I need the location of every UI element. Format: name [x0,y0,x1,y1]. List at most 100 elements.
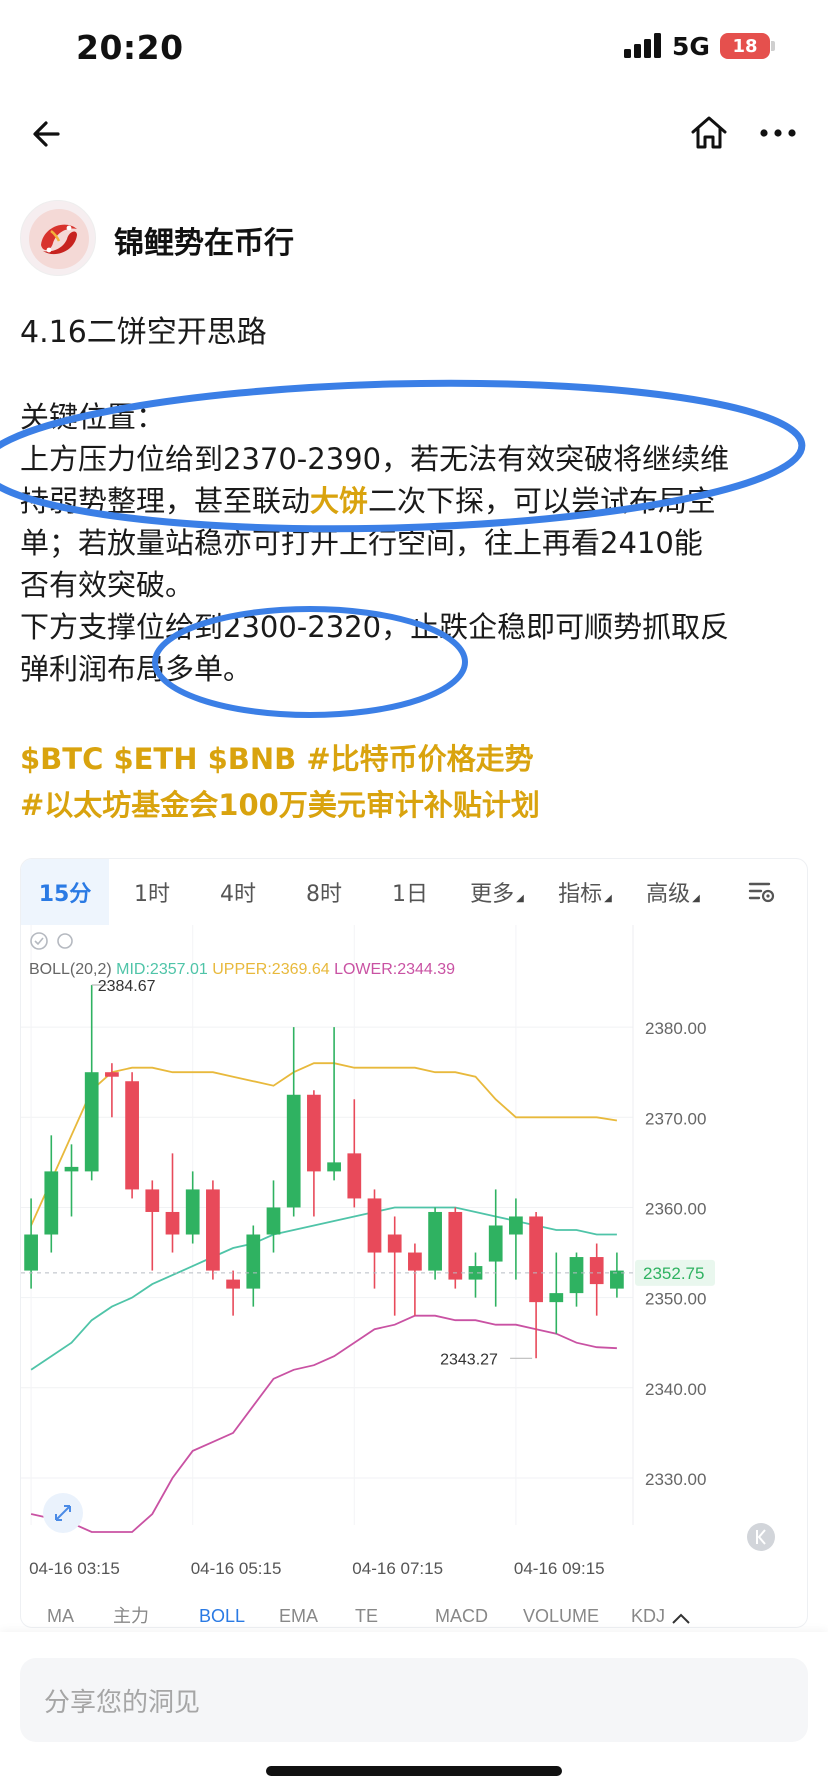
candle-body [145,1189,160,1212]
caret-icon: ◢ [604,892,612,904]
status-time: 20:20 [76,28,184,67]
arrow-left-icon [33,121,60,147]
battery-icon: 18 [720,33,770,59]
legend-entry: BOLL(20,2) [29,961,116,978]
tab-more[interactable]: 更多 ◢ [453,859,541,925]
comment-bar: 分享您的洞见 [0,1632,828,1792]
support-line-1: 下方支撑位给到2300-2320，止跌企稳即可顺势抓取反 [20,610,730,644]
boll-upper-line [30,1062,618,1226]
tab-8h[interactable]: 8时 [281,859,367,925]
candle-body [529,1216,543,1303]
comment-placeholder: 分享您的洞见 [44,1687,201,1718]
caret-icon: ◢ [692,892,700,904]
author-name[interactable]: 锦鲤势在币行 [114,218,294,262]
y-tick-label: 2340.00 [645,1380,706,1399]
y-tick-label: 2330.00 [645,1470,706,1489]
topic-tag[interactable]: #以太坊基金会100万美元审计补贴计划 [20,782,540,828]
hashtags: $BTC $ETH $BNB #比特币价格走势 #以太坊基金会100万美元审计补… [20,736,540,828]
koi-avatar [29,209,89,269]
x-tick-label: 04-16 03:15 [29,1559,120,1578]
candle-body [387,1234,402,1253]
indicator-tab-kdj[interactable]: KDJ [631,1606,665,1626]
tab-4h[interactable]: 4时 [195,859,281,925]
home-button[interactable] [688,112,730,154]
high-price-label: 2384.67 [98,978,156,995]
scroll-latest-icon [747,1523,775,1551]
avatar[interactable] [20,200,96,276]
candle-body [125,1081,139,1190]
indicator-tab-macd[interactable]: MACD [435,1606,488,1626]
candle-body [246,1234,261,1289]
indicator-tab-boll[interactable]: BOLL [199,1606,245,1626]
candle-body [226,1279,240,1289]
signal-strength-icon [624,32,664,58]
indicator-tab-volume[interactable]: VOLUME [523,1606,599,1626]
more-button[interactable] [758,124,798,142]
resistance-line-2b: 二次下探，可以尝试布局空 [368,484,717,518]
home-indicator [266,1766,562,1776]
candle-body [448,1211,463,1280]
candle-body [347,1153,362,1199]
network-label: 5G [672,32,710,61]
candle-body [327,1162,341,1172]
resistance-line-1: 上方压力位给到2370-2390，若无法有效突破将继续维 [20,442,730,476]
y-tick-label: 2370.00 [645,1109,706,1128]
tab-1d[interactable]: 1日 [367,859,453,925]
x-tick-label: 04-16 09:15 [514,1559,605,1578]
candle-body [206,1189,220,1271]
candle-body [286,1094,301,1208]
candle-body [307,1094,321,1172]
candle-body [266,1207,281,1235]
indicator-tab-te[interactable]: TE [355,1606,378,1626]
chevron-up-icon [672,1613,690,1624]
comment-input[interactable]: 分享您的洞见 [20,1658,808,1742]
support-line-2: 弹利润布局多单。 [20,652,253,686]
eye-toggle-icon [30,932,48,950]
y-tick-label: 2350.00 [645,1290,706,1309]
last-price-label: 2352.75 [643,1264,704,1283]
tab-advanced[interactable]: 高级 ◢ [629,859,717,925]
legend-entry: MID:2357.01 [116,961,212,978]
low-price-label: 2343.27 [440,1351,498,1368]
indicator-tab-ema[interactable]: EMA [279,1606,318,1626]
candle-body [408,1252,422,1271]
resistance-line-3: 单；若放量站稳亦可打开上行空间，往上再看2410能 [20,526,703,560]
post-title: 4.16二饼空开思路 [20,315,267,350]
nav-bar [0,100,828,176]
candle-body [185,1189,200,1235]
tab-15m[interactable]: 15分 [21,859,109,925]
indicator-tab-主力[interactable]: 主力 [113,1606,149,1626]
candle-body [44,1171,59,1235]
gear-icon [57,933,73,949]
candle-body [367,1198,382,1253]
candle-body [488,1225,503,1262]
candle-body [105,1072,119,1077]
caret-icon: ◢ [516,892,524,904]
home-icon [691,116,727,149]
candlestick-chart[interactable]: 2380.00 2370.00 2360.00 2350.00 2340.00 2330.… [21,925,808,1628]
ticker-tags[interactable]: $BTC $ETH $BNB #比特币价格走势 [20,736,540,782]
tab-indicators[interactable]: 指标 ◢ [541,859,629,925]
candle-body [428,1211,442,1271]
key-levels-heading: 关键位置： [20,400,166,434]
y-tick-label: 2380.00 [645,1019,706,1038]
candle-body [84,1072,99,1172]
indicator-tab-ma[interactable]: MA [47,1606,74,1626]
boll-lower-line [30,1314,617,1533]
btc-highlight-link[interactable]: 大饼 [310,484,368,518]
author-row[interactable]: 锦鲤势在币行 [20,200,800,278]
chart-settings-button[interactable] [717,859,807,925]
back-button[interactable] [28,114,68,154]
candle-body [569,1257,584,1294]
boll-mid-line [30,1206,617,1371]
more-dots-icon [760,129,796,137]
legend-entry: UPPER:2369.64 [212,961,334,978]
resistance-line-2a: 持弱势整理，甚至联动 [20,484,311,518]
battery-cap [771,41,775,51]
candle-body [589,1257,604,1285]
candle-body [24,1234,38,1271]
boll-legend: BOLL(20,2) MID:2357.01 UPPER:2369.64 LOW… [29,961,455,978]
tab-1h[interactable]: 1时 [109,859,195,925]
legend-entry: LOWER:2344.39 [334,961,455,978]
candle-body [64,1166,79,1172]
